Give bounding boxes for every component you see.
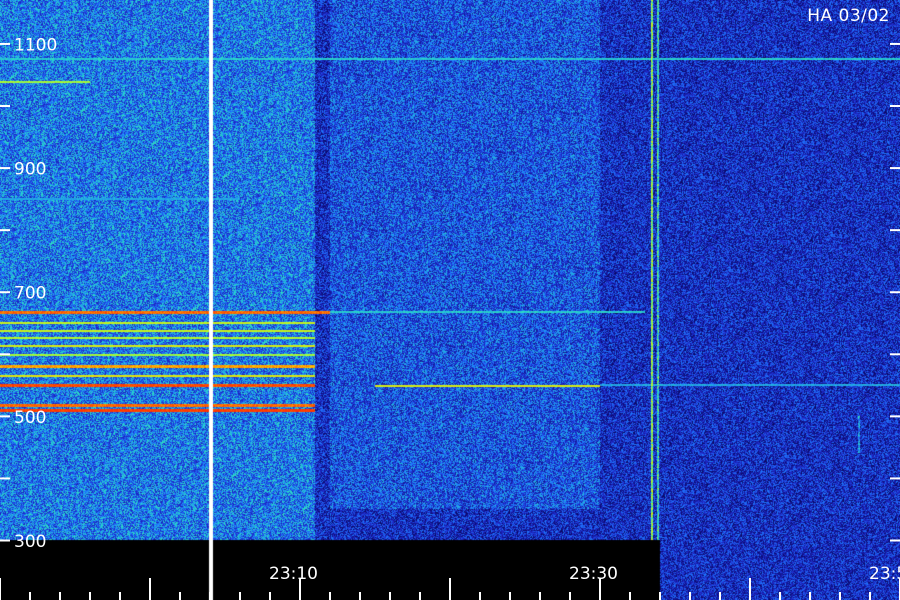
x-tick-label: 23:50 (869, 564, 900, 584)
chart-axes-overlay: 300 500 700 900 1100 23:10 23:30 23:50 (0, 35, 900, 600)
y-tick-label: 500 (14, 408, 46, 428)
chart-title: HA 03/02 (807, 6, 890, 26)
spectrogram-chart: 300 500 700 900 1100 23:10 23:30 23:50 HA 03/02 (0, 0, 900, 600)
x-tick-label: 23:30 (569, 564, 618, 584)
y-tick-label: 900 (14, 160, 46, 180)
x-tick-label: 23:10 (269, 564, 318, 584)
y-tick-label: 300 (14, 532, 46, 552)
y-tick-label: 700 (14, 284, 46, 304)
y-tick-label: 1100 (14, 35, 57, 55)
